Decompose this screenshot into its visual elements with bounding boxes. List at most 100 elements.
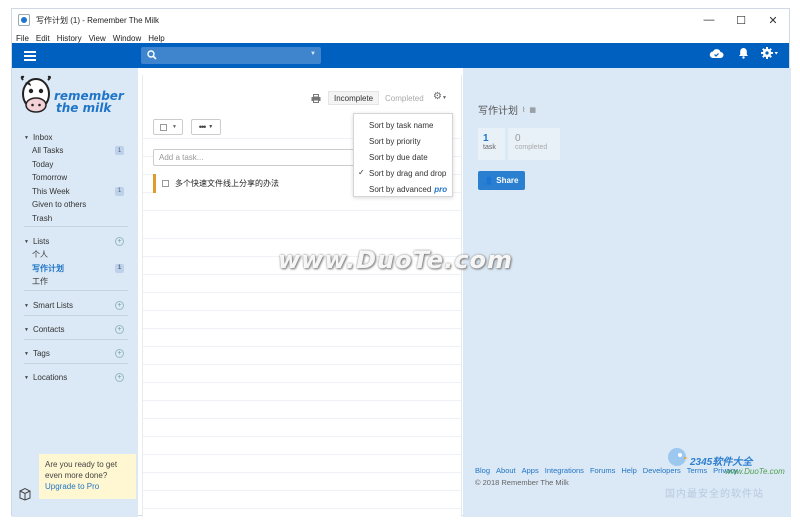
divider bbox=[24, 339, 128, 340]
add-smart-list-icon[interactable]: + bbox=[115, 301, 124, 310]
smart-lists-label: Smart Lists bbox=[32, 301, 73, 310]
sidebar-item-work[interactable]: 工作 bbox=[12, 275, 138, 289]
sidebar-item-personal[interactable]: 个人 bbox=[12, 248, 138, 262]
maximize-button[interactable]: ☐ bbox=[725, 9, 757, 31]
inbox-label: Inbox bbox=[32, 133, 53, 142]
locations-header[interactable]: ▼ Locations + bbox=[12, 371, 138, 384]
contacts-header[interactable]: ▼ Contacts + bbox=[12, 323, 138, 336]
add-task-input[interactable]: Add a task... bbox=[153, 149, 356, 166]
sidebar: remember the milk ▼ Inbox All Tasks 1 To… bbox=[12, 68, 138, 517]
contacts-label: Contacts bbox=[32, 325, 65, 334]
sidebar-item-label: Given to others bbox=[32, 200, 87, 210]
divider bbox=[24, 315, 128, 316]
gear-icon[interactable] bbox=[761, 47, 779, 59]
add-location-icon[interactable]: + bbox=[115, 373, 124, 382]
cloud-sync-icon[interactable] bbox=[709, 48, 724, 59]
sort-dropdown-menu: Sort by task name Sort by priority Sort … bbox=[353, 113, 453, 197]
checkmark-icon: ✓ bbox=[358, 168, 365, 177]
add-contact-icon[interactable]: + bbox=[115, 325, 124, 334]
tags-header[interactable]: ▼ Tags + bbox=[12, 347, 138, 360]
completed-count-stat: 0 completed bbox=[508, 128, 560, 160]
task-count-stat: 1 task bbox=[478, 128, 505, 160]
sidebar-item-tomorrow[interactable]: Tomorrow bbox=[12, 171, 138, 185]
tab-incomplete[interactable]: Incomplete bbox=[328, 91, 380, 105]
upgrade-promo: Are you ready to get even more done? Upg… bbox=[39, 454, 136, 499]
copyright-text: © 2018 Remember The Milk bbox=[475, 478, 569, 487]
collapse-triangle-icon: ▼ bbox=[24, 302, 29, 309]
top-bar: ▼ bbox=[12, 43, 789, 68]
cow-logo-icon bbox=[20, 75, 51, 113]
rss-icon[interactable]: ⌇ bbox=[522, 106, 525, 114]
minimize-button[interactable]: — bbox=[693, 9, 725, 31]
sidebar-item-given-to-others[interactable]: Given to others bbox=[12, 198, 138, 212]
footer-link-blog[interactable]: Blog bbox=[475, 466, 490, 475]
task-checkbox[interactable] bbox=[162, 180, 169, 187]
sidebar-item-writing-plan[interactable]: 写作计划 1 bbox=[12, 262, 138, 276]
sort-settings-gear-icon[interactable]: ⚙▼ bbox=[433, 91, 447, 102]
footer-link-help[interactable]: Help bbox=[621, 466, 636, 475]
more-actions-button[interactable]: ••• ▼ bbox=[191, 119, 221, 135]
sidebar-item-all-tasks[interactable]: All Tasks 1 bbox=[12, 144, 138, 158]
sort-by-task-name[interactable]: Sort by task name bbox=[354, 117, 452, 133]
logo-text-line2: the milk bbox=[56, 101, 112, 115]
sort-by-drag-and-drop[interactable]: ✓ Sort by drag and drop bbox=[354, 165, 452, 181]
list-title: 写作计划 ⌇ ▦ bbox=[478, 102, 536, 117]
sidebar-item-label: 个人 bbox=[32, 250, 48, 260]
footer-link-apps[interactable]: Apps bbox=[522, 466, 539, 475]
footer-link-integrations[interactable]: Integrations bbox=[545, 466, 584, 475]
sort-by-advanced[interactable]: Sort by advanced pro bbox=[354, 181, 452, 197]
watermark-duote: www.DuoTe.com bbox=[278, 246, 513, 274]
sidebar-item-today[interactable]: Today bbox=[12, 158, 138, 172]
menu-item-label: Sort by due date bbox=[369, 152, 428, 162]
footer-link-forums[interactable]: Forums bbox=[590, 466, 615, 475]
sidebar-item-this-week[interactable]: This Week 1 bbox=[12, 185, 138, 199]
more-actions-icon: ••• bbox=[198, 122, 207, 132]
task-count-badge: 1 bbox=[115, 263, 124, 273]
menu-window[interactable]: Window bbox=[113, 34, 141, 43]
tags-label: Tags bbox=[32, 349, 50, 358]
lists-header[interactable]: ▼ Lists + bbox=[12, 235, 138, 248]
sidebar-item-trash[interactable]: Trash bbox=[12, 212, 138, 226]
share-button[interactable]: 👤 Share bbox=[478, 171, 525, 190]
stat-value: 1 bbox=[483, 133, 489, 144]
inbox-section: ▼ Inbox All Tasks 1 Today Tomorrow This … bbox=[12, 131, 138, 225]
collapse-triangle-icon: ▼ bbox=[24, 326, 29, 333]
menu-history[interactable]: History bbox=[57, 34, 82, 43]
menu-file[interactable]: File bbox=[16, 34, 29, 43]
search-dropdown-icon[interactable]: ▼ bbox=[310, 51, 316, 57]
app-icon bbox=[18, 14, 30, 26]
top-icons bbox=[695, 47, 779, 59]
printer-icon[interactable] bbox=[311, 94, 321, 103]
calendar-icon[interactable]: ▦ bbox=[529, 106, 536, 114]
sort-by-due-date[interactable]: Sort by due date bbox=[354, 149, 452, 165]
watermark-url: www.DuoTe.com bbox=[725, 467, 785, 476]
menu-view[interactable]: View bbox=[89, 34, 106, 43]
lists-section: ▼ Lists + 个人 写作计划 1 工作 bbox=[12, 235, 138, 289]
hamburger-menu-icon[interactable] bbox=[24, 51, 36, 61]
chevron-down-icon: ▼ bbox=[208, 124, 214, 130]
sidebar-item-label: 工作 bbox=[32, 277, 48, 287]
search-input[interactable]: ▼ bbox=[141, 47, 321, 64]
upgrade-link[interactable]: Upgrade to Pro bbox=[45, 481, 130, 492]
bell-icon[interactable] bbox=[738, 47, 749, 59]
watermark-slogan: 国内最安全的软件站 bbox=[665, 489, 764, 500]
checkbox-icon bbox=[160, 124, 167, 131]
sidebar-item-label: Trash bbox=[32, 213, 53, 223]
add-list-icon[interactable]: + bbox=[115, 237, 124, 246]
footer-link-about[interactable]: About bbox=[496, 466, 516, 475]
sort-by-priority[interactable]: Sort by priority bbox=[354, 133, 452, 149]
close-button[interactable]: ✕ bbox=[757, 9, 789, 31]
tab-completed[interactable]: Completed bbox=[385, 94, 424, 103]
contacts-section: ▼ Contacts + bbox=[12, 323, 138, 336]
lists-label: Lists bbox=[32, 237, 50, 246]
smart-lists-header[interactable]: ▼ Smart Lists + bbox=[12, 299, 138, 312]
stat-label: task bbox=[483, 144, 496, 151]
select-checkbox-button[interactable]: ▼ bbox=[153, 119, 183, 135]
locations-section: ▼ Locations + bbox=[12, 371, 138, 384]
menu-item-label: Sort by advanced bbox=[369, 184, 432, 194]
inbox-header[interactable]: ▼ Inbox bbox=[12, 131, 138, 144]
add-tag-icon[interactable]: + bbox=[115, 349, 124, 358]
menu-help[interactable]: Help bbox=[148, 34, 164, 43]
watermark-corner: 2345软件大全 www.DuoTe.com 国内最安全的软件站 bbox=[665, 445, 800, 505]
menu-edit[interactable]: Edit bbox=[36, 34, 50, 43]
